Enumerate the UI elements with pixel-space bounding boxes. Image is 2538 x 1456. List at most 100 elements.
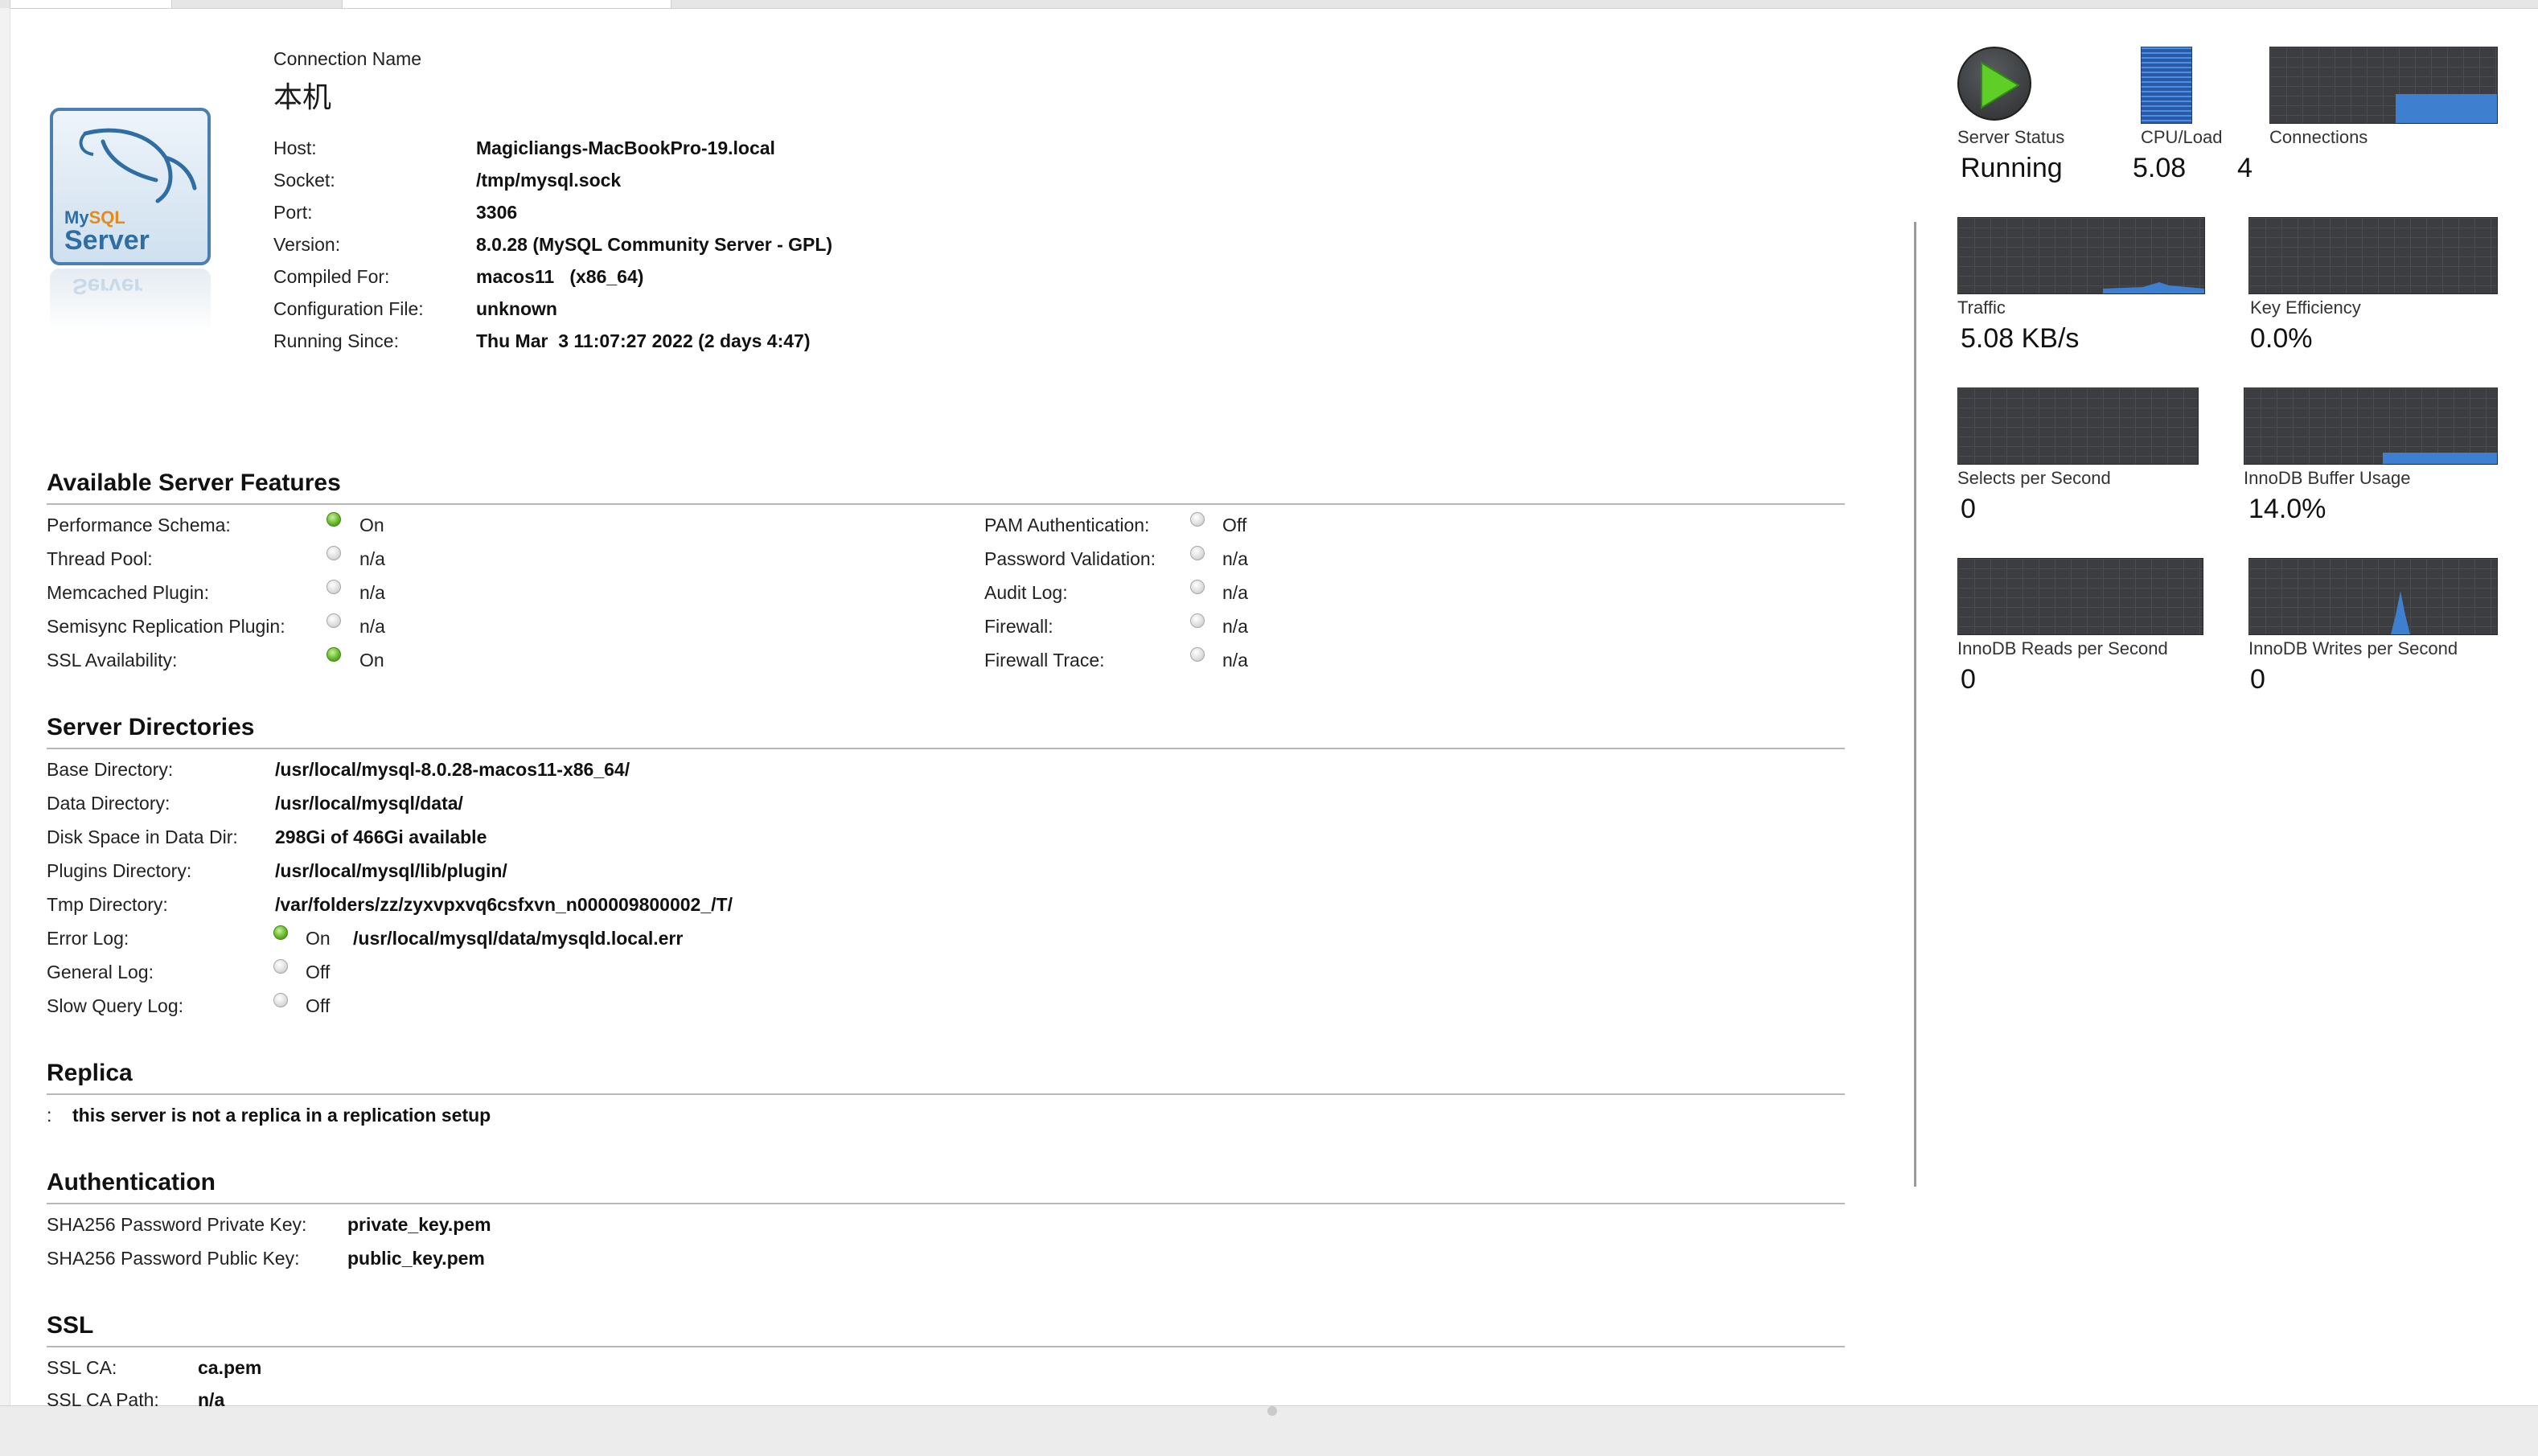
feature-value: n/a [359,582,385,603]
info-label: Version: [273,234,341,255]
auth-label: SHA256 Password Private Key: [47,1214,307,1235]
connection-name: 本机 [273,80,332,113]
status-on-icon [273,925,288,940]
feature-value: Off [1222,515,1247,535]
connections-label: Connections [2269,127,2368,147]
feature-label: Audit Log: [984,582,1068,603]
dir-label: Disk Space in Data Dir: [47,826,238,847]
ssl-label: SSL CA: [47,1357,117,1378]
dolphin-icon [79,128,197,203]
status-off-icon [1190,647,1205,662]
section-divider [47,748,1845,749]
traffic-graph [1957,217,2205,294]
server-status-indicator [1957,47,2031,121]
innodb-reads-graph [1957,558,2203,635]
section-title-directories: Server Directories [47,714,255,740]
compiled-for-value: macos11 (x86_64) [476,266,644,287]
disk-space-value: 298Gi of 466Gi available [275,826,487,847]
server-status-label: Server Status [1957,127,2065,147]
top-tab-strip [0,0,2538,9]
resize-handle-icon[interactable] [1267,1406,1277,1416]
replica-colon: : [47,1105,52,1126]
section-title-features: Available Server Features [47,470,341,496]
info-label: Running Since: [273,330,399,351]
status-on-icon [326,647,341,662]
feature-value: n/a [359,548,385,569]
status-off-icon [326,580,341,594]
status-off-icon [1190,580,1205,594]
status-off-icon [1190,546,1205,560]
innodb-writes-label: InnoDB Writes per Second [2248,638,2458,658]
info-label: Socket: [273,170,335,191]
status-off-icon [326,613,341,628]
tab-active[interactable] [342,0,671,8]
section-divider [47,1346,1845,1347]
plugins-directory-value: /usr/local/mysql/lib/plugin/ [275,860,507,881]
feature-label: Firewall: [984,616,1053,637]
running-since-value: Thu Mar 3 11:07:27 2022 (2 days 4:47) [476,330,811,351]
feature-label: Password Validation: [984,548,1156,569]
innodb-buffer-graph [2244,388,2498,465]
feature-label: Memcached Plugin: [47,582,209,603]
cpu-load-meter [2141,47,2192,124]
feature-label: Performance Schema: [47,515,231,535]
graph-fill [2383,453,2497,464]
ssl-label: SSL CA Path: [47,1389,159,1410]
innodb-reads-label: InnoDB Reads per Second [1957,638,2168,658]
log-label: General Log: [47,962,154,982]
feature-value: n/a [1222,650,1248,671]
log-status: Off [306,995,331,1016]
status-off-icon [1190,613,1205,628]
server-status-value: Running [1961,153,2063,183]
error-log-path: /usr/local/mysql/data/mysqld.local.err [353,928,684,949]
base-directory-value: /usr/local/mysql-8.0.28-macos11-x86_64/ [275,759,630,780]
status-off-icon [273,959,288,974]
cpu-load-label: CPU/Load [2141,127,2223,147]
feature-value: n/a [1222,548,1248,569]
section-divider [47,1093,1845,1095]
cpu-load-value: 5.08 [2133,153,2187,183]
feature-value: n/a [359,616,385,637]
tmp-directory-value: /var/folders/zz/zyxvpxvq6csfxvn_n0000098… [275,894,733,915]
tab-inactive[interactable] [10,0,172,8]
info-label: Port: [273,202,313,223]
ssl-ca-path-value: n/a [198,1389,225,1410]
dir-label: Tmp Directory: [47,894,168,915]
bottom-bar [0,1405,2538,1456]
status-off-icon [326,546,341,560]
section-title-ssl: SSL [47,1312,94,1339]
dir-label: Plugins Directory: [47,860,192,881]
port-value: 3306 [476,202,518,223]
dir-label: Base Directory: [47,759,174,780]
innodb-writes-graph [2248,558,2498,635]
key-efficiency-label: Key Efficiency [2250,297,2361,318]
status-off-icon [1190,512,1205,527]
public-key-value: public_key.pem [347,1248,485,1269]
data-directory-value: /usr/local/mysql/data/ [275,793,463,814]
status-off-icon [273,993,288,1007]
feature-label: Thread Pool: [47,548,153,569]
feature-value: n/a [1222,582,1248,603]
version-value: 8.0.28 (MySQL Community Server - GPL) [476,234,833,255]
socket-value: /tmp/mysql.sock [476,170,622,191]
selects-graph [1957,388,2199,465]
log-status: On [306,928,331,949]
section-title-authentication: Authentication [47,1169,216,1196]
dir-label: Data Directory: [47,793,170,814]
selects-value: 0 [1961,494,1976,524]
innodb-buffer-label: InnoDB Buffer Usage [2244,468,2411,488]
mysql-server-logo: MySQL Server [50,108,211,265]
info-label: Host: [273,137,317,158]
config-file-value: unknown [476,298,557,319]
left-edge [0,8,10,1405]
feature-value: On [359,650,384,671]
panel-splitter[interactable] [1914,222,1916,1187]
log-label: Error Log: [47,928,129,949]
connection-name-label: Connection Name [273,48,422,69]
log-status: Off [306,962,331,982]
connections-value: 4 [2237,153,2253,183]
replica-status-text: this server is not a replica in a replic… [72,1105,491,1126]
section-divider [47,503,1845,505]
section-divider [47,1203,1845,1204]
info-label: Compiled For: [273,266,390,287]
